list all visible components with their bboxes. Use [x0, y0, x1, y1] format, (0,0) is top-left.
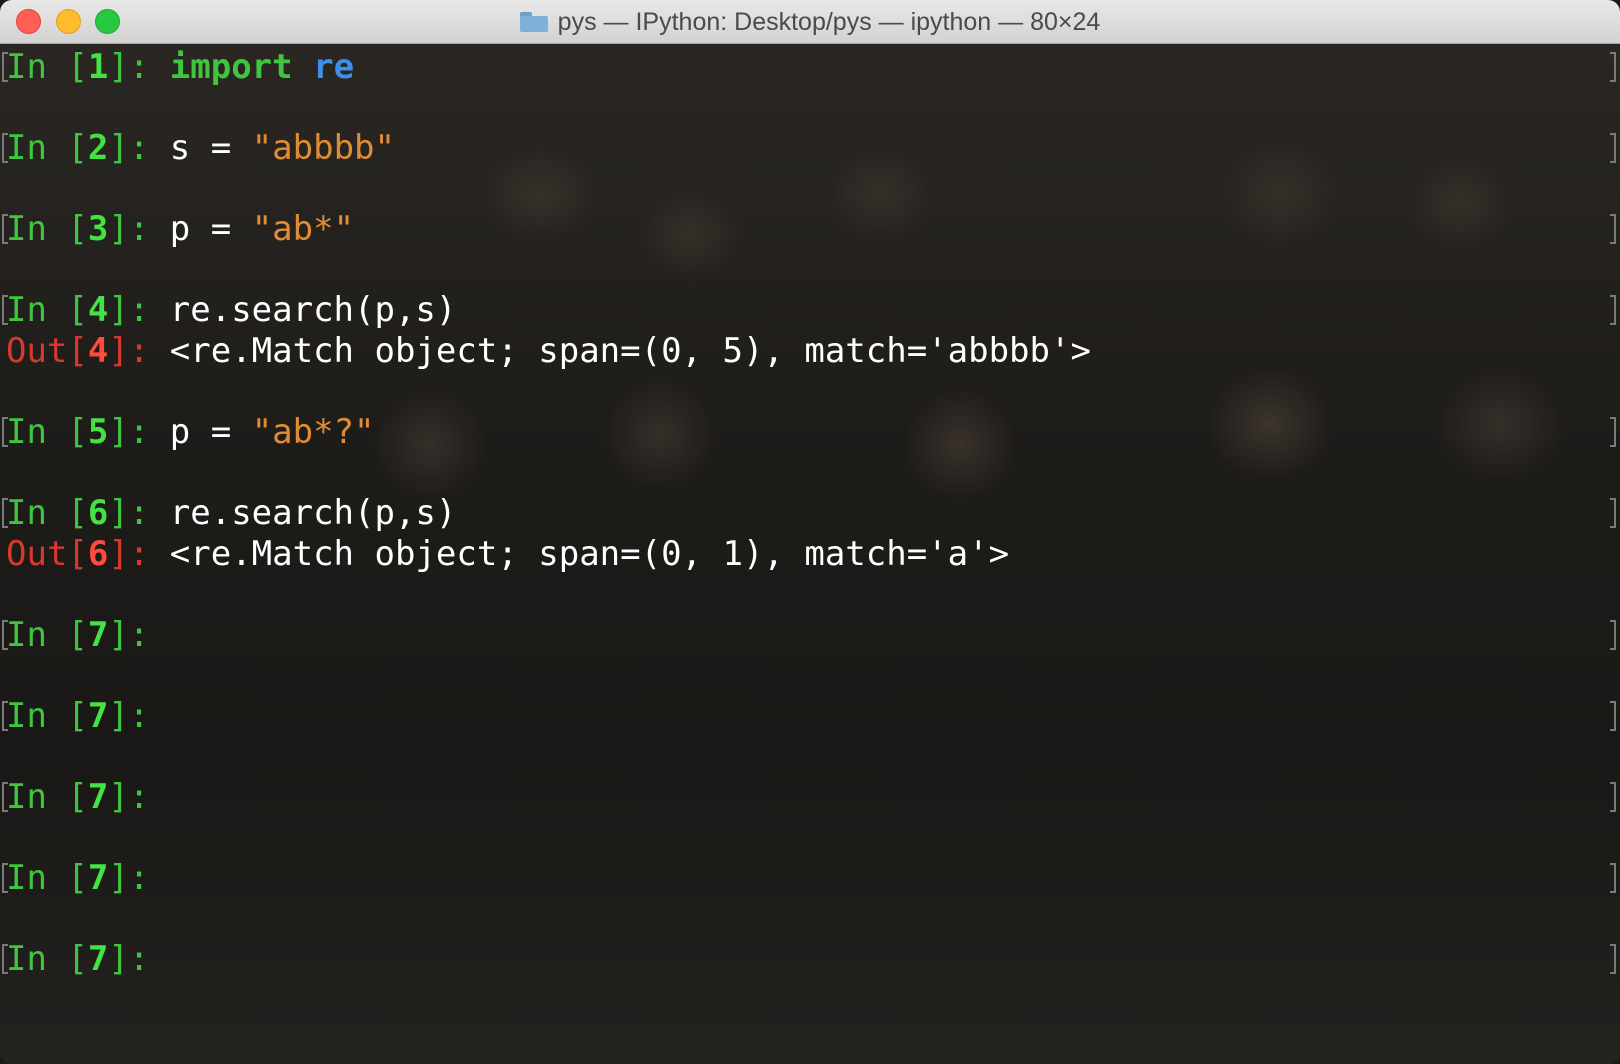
line-marker-left — [2, 863, 8, 893]
prompt-suffix: ]: — [108, 412, 170, 452]
line-marker-left — [2, 498, 8, 528]
in-prompt-prefix: In [ — [6, 777, 88, 817]
output-line: Out[6]: <re.Match object; span=(0, 1), m… — [6, 533, 1009, 575]
string-literal: "ab*?" — [251, 412, 375, 452]
out-prompt-prefix: Out[ — [6, 534, 88, 574]
line-marker-left — [2, 620, 8, 650]
prompt-suffix: ]: — [108, 209, 170, 249]
prompt-number: 4 — [87, 290, 109, 330]
line-marker-right — [1610, 417, 1616, 447]
input-line: In [7]: — [6, 938, 170, 980]
prompt-suffix: ]: — [108, 939, 170, 979]
line-marker-right — [1610, 782, 1616, 812]
prompt-number: 7 — [87, 615, 109, 655]
in-prompt-prefix: In [ — [6, 412, 88, 452]
prompt-number: 6 — [87, 493, 109, 533]
terminal-content[interactable]: In [1]: import re In [2]: s = "abbbb" In [… — [0, 44, 1620, 1064]
prompt-suffix: ]: — [108, 615, 170, 655]
line-marker-left — [2, 701, 8, 731]
prompt-number: 3 — [87, 209, 109, 249]
line-marker-right — [1610, 620, 1616, 650]
line-marker-left — [2, 782, 8, 812]
in-prompt-prefix: In [ — [6, 696, 88, 736]
window-title: pys — IPython: Desktop/pys — ipython — 8… — [557, 7, 1101, 36]
in-prompt-prefix: In [ — [6, 290, 88, 330]
prompt-number: 6 — [87, 534, 109, 574]
prompt-suffix: ]: — [108, 777, 170, 817]
code-text: p = — [169, 209, 252, 249]
window-title-group: pys — IPython: Desktop/pys — ipython — 8… — [0, 0, 1620, 44]
code-text: re.search(p,s) — [169, 493, 457, 533]
input-line: In [7]: — [6, 614, 170, 656]
input-line: In [1]: import re — [6, 46, 354, 88]
in-prompt-prefix: In [ — [6, 615, 88, 655]
line-marker-left — [2, 295, 8, 325]
line-marker-left — [2, 944, 8, 974]
string-literal: "ab*" — [251, 209, 355, 249]
code-text: re.search(p,s) — [169, 290, 457, 330]
code-text: s = — [169, 128, 252, 168]
line-marker-left — [2, 417, 8, 447]
line-marker-left — [2, 133, 8, 163]
input-line: In [5]: p = "ab*?" — [6, 411, 375, 453]
terminal-area[interactable]: In [1]: import re In [2]: s = "abbbb" In [… — [0, 44, 1620, 1064]
line-marker-right — [1610, 944, 1616, 974]
prompt-suffix: ]: — [108, 47, 170, 87]
prompt-suffix: ]: — [108, 534, 170, 574]
code-text: <re.Match object; span=(0, 5), match='ab… — [169, 331, 1091, 371]
input-line: In [2]: s = "abbbb" — [6, 127, 395, 169]
string-literal: "abbbb" — [251, 128, 395, 168]
in-prompt-prefix: In [ — [6, 209, 88, 249]
prompt-number: 1 — [87, 47, 109, 87]
input-line: In [7]: — [6, 857, 170, 899]
code-text: <re.Match object; span=(0, 1), match='a'… — [169, 534, 1010, 574]
in-prompt-prefix: In [ — [6, 47, 88, 87]
input-line: In [3]: p = "ab*" — [6, 208, 354, 250]
output-line: Out[4]: <re.Match object; span=(0, 5), m… — [6, 330, 1091, 372]
folder-icon — [519, 12, 548, 32]
prompt-number: 7 — [87, 858, 109, 898]
line-marker-left — [2, 214, 8, 244]
in-prompt-prefix: In [ — [6, 939, 88, 979]
prompt-suffix: ]: — [108, 696, 170, 736]
input-line: In [6]: re.search(p,s) — [6, 492, 456, 534]
input-line: In [7]: — [6, 695, 170, 737]
title-bar[interactable]: pys — IPython: Desktop/pys — ipython — 8… — [0, 0, 1620, 44]
line-marker-left — [2, 52, 8, 82]
line-marker-right — [1610, 214, 1616, 244]
input-line: In [7]: — [6, 776, 170, 818]
in-prompt-prefix: In [ — [6, 493, 88, 533]
prompt-number: 5 — [87, 412, 109, 452]
line-marker-right — [1610, 863, 1616, 893]
code-text: p = — [169, 412, 252, 452]
line-marker-right — [1610, 295, 1616, 325]
prompt-suffix: ]: — [108, 493, 170, 533]
prompt-number: 4 — [87, 331, 109, 371]
line-marker-right — [1610, 498, 1616, 528]
prompt-number: 7 — [87, 696, 109, 736]
line-marker-right — [1610, 52, 1616, 82]
terminal-window: pys — IPython: Desktop/pys — ipython — 8… — [0, 0, 1620, 1064]
prompt-suffix: ]: — [108, 290, 170, 330]
prompt-number: 2 — [87, 128, 109, 168]
line-marker-right — [1610, 133, 1616, 163]
out-prompt-prefix: Out[ — [6, 331, 88, 371]
input-line: In [4]: re.search(p,s) — [6, 289, 456, 331]
line-marker-right — [1610, 701, 1616, 731]
prompt-suffix: ]: — [108, 128, 170, 168]
module-name: re — [313, 47, 355, 87]
prompt-suffix: ]: — [108, 331, 170, 371]
keyword: import — [169, 47, 293, 87]
in-prompt-prefix: In [ — [6, 858, 88, 898]
in-prompt-prefix: In [ — [6, 128, 88, 168]
prompt-number: 7 — [87, 939, 109, 979]
prompt-number: 7 — [87, 777, 109, 817]
prompt-suffix: ]: — [108, 858, 170, 898]
